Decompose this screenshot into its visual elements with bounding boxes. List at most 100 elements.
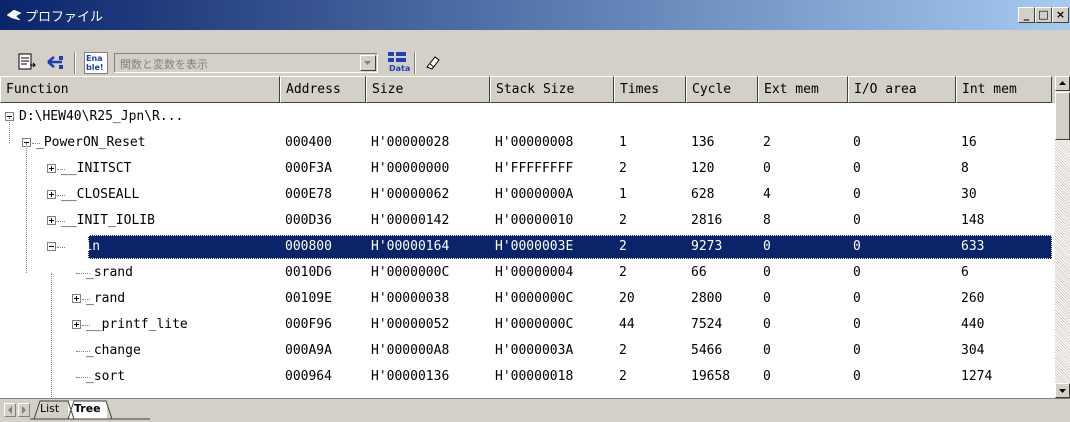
cell-io: 0: [853, 135, 861, 150]
cell-stack: H'00000010: [495, 213, 574, 228]
cell-function: __CLOSEALL: [61, 187, 140, 202]
cell-address: 000F3A: [285, 161, 332, 176]
cell-int: 6: [961, 265, 969, 280]
cell-cycle: 5466: [691, 343, 723, 358]
tab-scroll-left-button[interactable]: [4, 403, 16, 417]
eraser-icon[interactable]: [422, 51, 444, 73]
cell-address: 00109E: [285, 291, 332, 306]
cell-io: 0: [853, 161, 861, 176]
table-row[interactable]: __CLOSEALL 000E78 H'00000062 H'0000000A 1 628…: [0, 182, 1055, 208]
cell-ext: 0: [763, 161, 771, 176]
cell-cycle: 136: [691, 135, 715, 150]
tree-guide-line: [9, 117, 10, 143]
cell-stack: H'0000003A: [495, 343, 574, 358]
title-bar[interactable]: プロファイル _ □ ×: [0, 0, 1070, 30]
cell-int: 1274: [961, 369, 993, 384]
cell-cycle: 66: [691, 265, 707, 280]
cell-address: 000E78: [285, 187, 332, 202]
expand-icon[interactable]: [72, 294, 81, 303]
cell-io: 0: [853, 291, 861, 306]
column-header-size[interactable]: Size: [366, 76, 490, 103]
maximize-button[interactable]: □: [1035, 7, 1052, 23]
cell-times: 2: [619, 213, 627, 228]
column-header-cycle[interactable]: Cycle: [686, 76, 758, 103]
cell-ext: 8: [763, 213, 771, 228]
cell-function: _change: [86, 343, 141, 358]
table-row[interactable]: _sort 000964 H'00000136 H'00000018 2 19658 0 0 1…: [0, 364, 1055, 390]
cell-function: _PowerON_Reset: [36, 135, 146, 150]
column-header-times[interactable]: Times: [614, 76, 686, 103]
combo-dropdown-button[interactable]: [360, 55, 376, 71]
doc-icon[interactable]: [16, 51, 38, 73]
enable-icon[interactable]: Ena ble!: [84, 52, 108, 74]
scroll-up-button[interactable]: [1055, 76, 1070, 91]
collapse-icon[interactable]: [47, 242, 56, 251]
close-button[interactable]: ×: [1052, 7, 1069, 23]
tab-scroll-right-button[interactable]: [18, 403, 30, 417]
cell-address: 0010D6: [285, 265, 332, 280]
arrow-left-icon: [8, 406, 12, 414]
expand-icon[interactable]: [47, 164, 56, 173]
cell-size: H'00000052: [371, 317, 450, 332]
cell-cycle: 2816: [691, 213, 723, 228]
cell-int: 148: [961, 213, 985, 228]
cell-io: 0: [853, 343, 861, 358]
cell-int: 30: [961, 187, 977, 202]
cell-ext: 0: [763, 343, 771, 358]
cell-ext: 0: [763, 317, 771, 332]
cell-cycle: 628: [691, 187, 715, 202]
arrow-down-icon: [1059, 389, 1066, 393]
cell-ext: [763, 104, 848, 130]
cell-io: 0: [853, 213, 861, 228]
cell-ext: 0: [763, 265, 771, 280]
cell-times: 2: [619, 239, 627, 254]
table-row[interactable]: D:\HEW40\R25_Jpn\R...: [0, 104, 1055, 130]
column-header-stack[interactable]: Stack Size: [490, 76, 614, 103]
table-row[interactable]: __INIT_IOLIB 000D36 H'00000142 H'00000010 2 2…: [0, 208, 1055, 234]
tree-link-icon[interactable]: [44, 51, 66, 73]
display-filter-combo[interactable]: 関数と変数を表示: [114, 53, 378, 73]
cell-times: 1: [619, 135, 627, 150]
cell-stack: H'00000008: [495, 135, 574, 150]
cell-int: 260: [961, 291, 985, 306]
cell-stack: H'0000000C: [495, 317, 574, 332]
combo-placeholder: 関数と変数を表示: [120, 58, 208, 71]
column-header-int[interactable]: Int mem: [956, 76, 1052, 103]
expand-icon[interactable]: [72, 320, 81, 329]
cell-times: 2: [619, 343, 627, 358]
table-row[interactable]: _srand 0010D6 H'0000000C H'00000004 2 66 0 0 6: [0, 260, 1055, 286]
table-row[interactable]: _PowerON_Reset 000400 H'00000028 H'00000008…: [0, 130, 1055, 156]
expand-icon[interactable]: [47, 190, 56, 199]
table-row[interactable]: __INITSCT 000F3A H'00000000 H'FFFFFFFF 2 120 0…: [0, 156, 1055, 182]
profile-icon: [6, 9, 22, 21]
cell-size: H'00000000: [371, 161, 450, 176]
table-row[interactable]: _main 000800 H'00000164 H'0000003E 2 9273 0 0 63…: [0, 234, 1055, 260]
table-row[interactable]: _rand 00109E H'00000038 H'0000000C 20 2800 0 0 2…: [0, 286, 1055, 312]
grid-header: Function Address Size Stack Size Times Cycle E…: [0, 76, 1055, 103]
scroll-thumb[interactable]: [1055, 92, 1070, 140]
column-header-function[interactable]: Function: [0, 76, 280, 103]
column-header-ext[interactable]: Ext mem: [758, 76, 848, 103]
data-icon[interactable]: Data: [386, 51, 410, 75]
cell-int: 304: [961, 343, 985, 358]
cell-int: 8: [961, 161, 969, 176]
cell-io: 0: [853, 265, 861, 280]
table-row[interactable]: _change 000A9A H'000000A8 H'0000003A 2 5466 0 0…: [0, 338, 1055, 364]
expand-icon[interactable]: [47, 216, 56, 225]
cell-ext: 0: [763, 239, 771, 254]
cell-address: 000A9A: [285, 343, 332, 358]
cell-size: H'00000164: [371, 239, 450, 254]
table-row[interactable]: __printf_lite 000F96 H'00000052 H'0000000C 4…: [0, 312, 1055, 338]
column-header-io[interactable]: I/O area: [848, 76, 956, 103]
scroll-down-button[interactable]: [1055, 383, 1070, 398]
cell-ext: 2: [763, 135, 771, 150]
cell-io: 0: [853, 187, 861, 202]
cell-times: 20: [619, 291, 635, 306]
cell-function: _srand: [86, 265, 133, 280]
cell-times: 1: [619, 187, 627, 202]
cell-stack: H'FFFFFFFF: [495, 161, 574, 176]
vertical-scrollbar[interactable]: [1055, 76, 1070, 398]
cell-stack: H'0000003E: [495, 239, 574, 254]
minimize-button[interactable]: _: [1018, 7, 1035, 23]
column-header-address[interactable]: Address: [280, 76, 366, 103]
